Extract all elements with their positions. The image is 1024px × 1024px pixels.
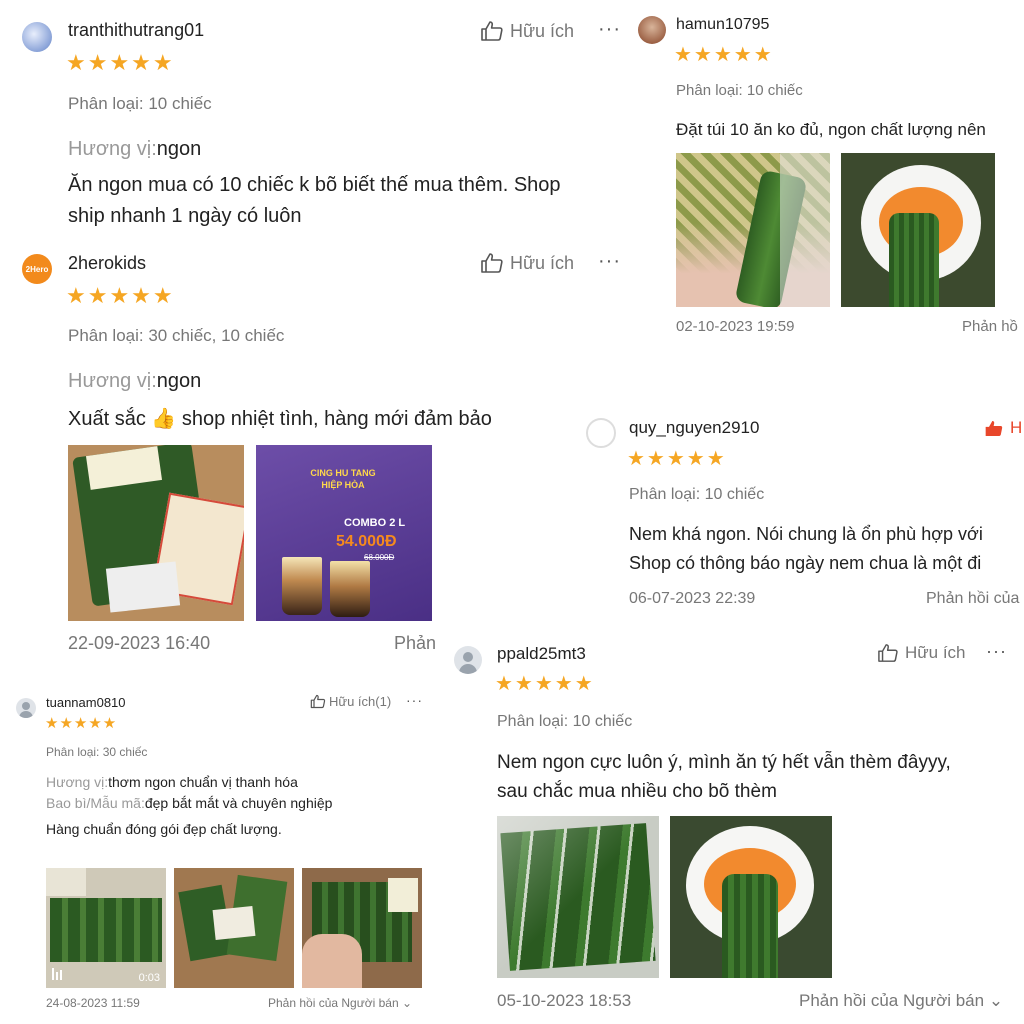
thumbs-up-icon	[877, 643, 899, 663]
more-horizontal-icon[interactable]: ···	[986, 641, 1007, 662]
seller-reply-link[interactable]: Phản hồi của	[926, 590, 1019, 608]
review-photo[interactable]	[841, 153, 995, 307]
review-text-line-2: ship nhanh 1 ngày có luôn	[68, 205, 302, 227]
variation-text: Phân loại: 10 chiếc	[68, 94, 212, 113]
review-photo[interactable]	[174, 868, 294, 988]
review-timestamp: 06-07-2023 22:39	[629, 590, 756, 607]
review-text-line-2: sau chắc mua nhiều cho bõ thèm	[497, 781, 777, 802]
flavor-attribute: Hương vị:ngon	[68, 138, 201, 161]
review-card: 2Hero 2herokids ★★★★★ Hữu ích ··· Phân l…	[0, 240, 630, 665]
flavor-attribute: Hương vị:thơm ngon chuẩn vị thanh hóa	[46, 774, 298, 790]
flavor-label: Hương vị:	[68, 138, 157, 160]
flavor-label: Hương vị:	[68, 370, 157, 392]
chevron-down-icon: ⌄	[988, 991, 1004, 1010]
avatar[interactable]	[638, 16, 666, 44]
variation-text: Phân loại: 30 chiếc	[46, 745, 148, 759]
packaging-attribute: Bao bì/Mẫu mã:đẹp bắt mắt và chuyên nghi…	[46, 795, 332, 811]
review-text-line-1: Ăn ngon mua có 10 chiếc k bõ biết thế mu…	[68, 174, 561, 196]
thumbs-up-icon	[310, 694, 326, 709]
helpful-button[interactable]: Hữu ích	[480, 20, 574, 42]
rating-stars: ★★★★★	[674, 44, 774, 66]
username[interactable]: tranthithutrang01	[68, 20, 204, 41]
rating-stars: ★★★★★	[45, 715, 118, 732]
username[interactable]: quy_nguyen2910	[629, 418, 759, 438]
avatar-text: 2Hero	[25, 264, 49, 274]
review-text-line-2: Shop có thông báo ngày nem chua là một đ…	[629, 553, 982, 573]
helpful-button[interactable]: Hữu ích	[480, 252, 574, 274]
avatar[interactable]	[454, 646, 482, 674]
flavor-value: thơm ngon chuẩn vị thanh hóa	[108, 774, 298, 790]
review-photo[interactable]	[497, 816, 659, 978]
helpful-label: Hữu ích	[905, 643, 966, 662]
thumbs-up-icon	[480, 252, 504, 274]
flavor-attribute: Hương vị:ngon	[68, 370, 201, 393]
more-horizontal-icon[interactable]: ···	[406, 692, 423, 708]
helpful-label: Hữu ích(1)	[329, 694, 392, 709]
review-text-line-1: Nem ngon cực luôn ý, mình ăn tý hết vẫn …	[497, 752, 951, 773]
review-timestamp: 22-09-2023 16:40	[68, 633, 211, 653]
avatar[interactable]	[16, 698, 36, 718]
bars-icon	[52, 968, 64, 980]
avatar[interactable]	[22, 22, 52, 52]
variation-text: Phân loại: 30 chiếc, 10 chiếc	[68, 326, 285, 345]
avatar[interactable]	[586, 418, 616, 448]
promo-price: 54.000Đ	[336, 533, 397, 550]
thumbs-up-icon	[984, 419, 1004, 438]
promo-brand: CING HU TANG HIỆP HÒA	[310, 468, 376, 490]
helpful-button[interactable]: Hữu ích	[877, 643, 966, 663]
rating-stars: ★★★★★	[627, 448, 727, 470]
variation-text: Phân loại: 10 chiếc	[629, 486, 765, 503]
review-card: quy_nguyen2910 ★★★★★ H Phân loại: 10 chi…	[582, 408, 1024, 626]
flavor-value: ngon	[156, 138, 202, 160]
review-text-line-1: Nem khá ngon. Nói chung là ổn phù hợp vớ…	[629, 524, 983, 544]
helpful-button[interactable]: Hữu ích(1)	[310, 694, 391, 709]
helpful-label: Hữu ích	[510, 20, 575, 41]
review-photo[interactable]: CING HU TANG HIỆP HÒA COMBO 2 L 54.000Đ …	[256, 445, 432, 621]
rating-stars: ★★★★★	[66, 50, 175, 75]
rating-stars: ★★★★★	[495, 673, 595, 695]
seller-reply-label: Phản hồi của Người bán	[268, 996, 399, 1010]
video-duration: 0:03	[138, 972, 160, 984]
review-photo[interactable]	[302, 868, 422, 988]
flavor-label: Hương vị:	[46, 774, 109, 790]
username[interactable]: tuannam0810	[46, 695, 126, 710]
seller-reply-link[interactable]: Phản hồi của Người bán ⌄	[268, 996, 412, 1010]
more-horizontal-icon[interactable]: ···	[598, 250, 621, 273]
packaging-value: đẹp bắt mắt và chuyên nghiệp	[144, 795, 333, 811]
review-card: hamun10795 ★★★★★ Phân loại: 10 chiếc Đặt…	[630, 0, 1024, 345]
seller-reply-link[interactable]: Phản	[394, 633, 436, 654]
helpful-label: Hữu ích	[510, 252, 575, 273]
seller-reply-link[interactable]: Phản hồ	[962, 318, 1018, 335]
username[interactable]: hamun10795	[676, 16, 769, 34]
promo-combo: COMBO 2 L	[344, 517, 406, 529]
review-card: ppald25mt3 ★★★★★ Hữu ích ··· Phân loại: …	[440, 626, 1024, 1024]
review-photo[interactable]	[670, 816, 832, 978]
helpful-label: H	[1010, 418, 1023, 437]
review-timestamp: 02-10-2023 19:59	[676, 318, 795, 335]
review-text: Đặt túi 10 ăn ko đủ, ngon chất lượng nên	[676, 120, 986, 139]
seller-reply-label: Phản hồi của Người bán	[799, 991, 985, 1010]
avatar[interactable]: 2Hero	[22, 254, 52, 284]
variation-text: Phân loại: 10 chiếc	[676, 82, 803, 99]
rating-stars: ★★★★★	[66, 283, 175, 308]
review-timestamp: 24-08-2023 11:59	[46, 996, 140, 1010]
thumbs-up-icon	[480, 20, 504, 42]
review-photo[interactable]	[68, 445, 244, 621]
review-timestamp: 05-10-2023 18:53	[497, 991, 632, 1010]
username[interactable]: ppald25mt3	[497, 644, 586, 664]
review-text: Xuất sắc 👍 shop nhiệt tình, hàng mới đảm…	[68, 408, 492, 430]
review-video[interactable]: 0:03	[46, 868, 166, 988]
review-card: tuannam0810 ★★★★★ Hữu ích(1) ··· Phân lo…	[0, 680, 440, 1024]
seller-reply-link[interactable]: Phản hồi của Người bán ⌄	[799, 991, 1003, 1011]
chevron-down-icon: ⌄	[402, 996, 413, 1010]
review-photo[interactable]	[676, 153, 830, 307]
helpful-button[interactable]: H	[984, 418, 1022, 438]
review-card: tranthithutrang01 ★★★★★ Hữu ích ··· Phân…	[0, 0, 630, 240]
more-horizontal-icon[interactable]: ···	[598, 18, 621, 41]
review-text: Hàng chuẩn đóng gói đẹp chất lượng.	[46, 821, 282, 837]
username[interactable]: 2herokids	[68, 253, 146, 274]
flavor-value: ngon	[156, 370, 202, 392]
packaging-label: Bao bì/Mẫu mã:	[46, 795, 145, 811]
variation-text: Phân loại: 10 chiếc	[497, 713, 633, 730]
